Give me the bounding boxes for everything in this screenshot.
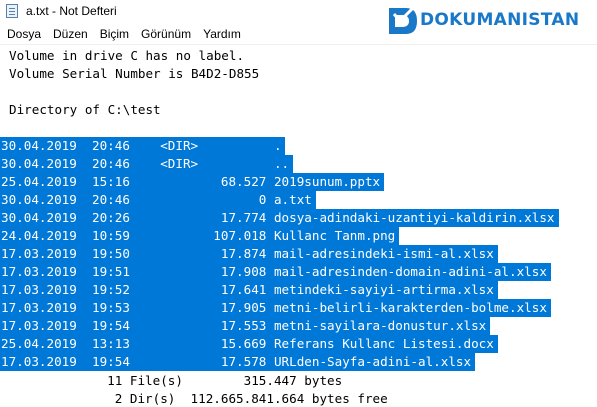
listing-row: 30.04.2019 20:46 <DIR> .: [1, 138, 282, 153]
listing-row: 25.04.2019 15:16 68.527 2019sunum.pptx: [1, 174, 381, 189]
notepad-icon: [6, 4, 18, 18]
listing-row: 24.04.2019 10:59 107.018 Kullanc Tanm.pn…: [1, 228, 396, 243]
menu-bicim[interactable]: Biçim: [94, 25, 135, 43]
header-line: Volume in drive C has no label.: [9, 48, 245, 63]
listing-row: 17.03.2019 19:50 17.874 mail-adresindeki…: [1, 246, 494, 261]
menu-dosya[interactable]: Dosya: [1, 25, 47, 43]
header-line: Volume Serial Number is B4D2-D855: [9, 66, 260, 81]
listing-row: 30.04.2019 20:46 0 a.txt: [1, 192, 312, 207]
listing-row: 17.03.2019 19:52 17.641 metindeki-sayiyi…: [1, 282, 494, 297]
menu-gorunum[interactable]: Görünüm: [135, 25, 197, 43]
listing-row: 30.04.2019 20:46 <DIR> ..: [1, 156, 290, 171]
menu-yardim[interactable]: Yardım: [197, 25, 247, 43]
menu-duzen[interactable]: Düzen: [47, 25, 94, 43]
menu-bar: Dosya Düzen Biçim Görünüm Yardım: [0, 24, 597, 44]
header-line: Directory of C:\test: [9, 102, 161, 117]
listing-row: 17.03.2019 19:54 17.553 metni-sayilara-d…: [1, 318, 487, 333]
listing-row: 17.03.2019 19:54 17.578 URLden-Sayfa-adi…: [1, 354, 472, 369]
listing-row: 25.04.2019 13:13 15.669 Referans Kullanc…: [1, 336, 494, 351]
listing-row: 17.03.2019 19:53 17.905 metni-belirli-ka…: [1, 300, 547, 315]
window-title: a.txt - Not Defteri: [26, 4, 117, 18]
listing-row: 17.03.2019 19:51 17.908 mail-adresinden-…: [1, 264, 547, 279]
summary-dirs: 2 Dir(s) 112.665.841.664 bytes free: [1, 391, 388, 406]
summary-files: 11 File(s) 315.447 bytes: [1, 373, 343, 388]
text-editor[interactable]: Volume in drive C has no label. Volume S…: [0, 44, 597, 407]
listing-row: 30.04.2019 20:26 17.774 dosya-adindaki-u…: [1, 210, 555, 225]
